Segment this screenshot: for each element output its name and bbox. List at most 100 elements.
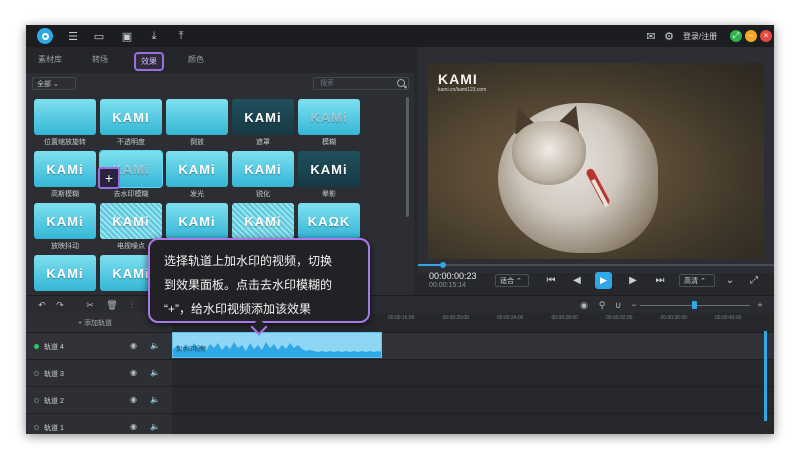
audio-icon[interactable]: 🔈 [150, 422, 160, 431]
import-icon[interactable]: ⤓ [147, 29, 161, 43]
fullscreen-icon[interactable]: ⤢ [747, 274, 761, 288]
tab-transitions[interactable]: 转场 [92, 54, 108, 65]
tooltip-line-2: 到效果面板。点击去水印模糊的 [164, 278, 333, 292]
step-back-icon[interactable]: ◀ [570, 274, 584, 288]
visibility-icon[interactable]: ◉ [130, 422, 137, 431]
audio-icon[interactable]: 🔈 [150, 395, 160, 404]
tab-library[interactable]: 素材库 [38, 54, 62, 65]
track-active-indicator[interactable] [34, 398, 39, 403]
search-icon[interactable] [397, 79, 405, 87]
panel-tabs: 素材库 转场 效果 颜色 [26, 47, 414, 73]
login-link[interactable]: 登录/注册 [683, 31, 717, 42]
timeline-clip[interactable]: 加水印视频 [172, 332, 382, 358]
tab-colors[interactable]: 颜色 [188, 54, 204, 65]
filter-value: 全部 [37, 81, 51, 88]
track-active-indicator[interactable] [34, 371, 39, 376]
effect-thumbnail: KAMi [232, 99, 294, 135]
marker-icon[interactable]: ⚲ [596, 299, 608, 311]
fit-value: 适合 [500, 278, 514, 285]
ruler-tick-label: 00:00:32:00 [606, 315, 633, 321]
effect-item[interactable]: 倒放 [166, 99, 228, 149]
track-active-indicator[interactable] [34, 344, 39, 349]
track-name: 轨道 2 [44, 398, 64, 405]
step-forward-icon[interactable]: ▶ [626, 274, 640, 288]
visibility-icon[interactable]: ◉ [130, 341, 137, 350]
effect-thumbnail: KAMi [34, 255, 96, 291]
effect-thumbnail: KAMi [298, 99, 360, 135]
effect-thumbnail: KAMi [232, 151, 294, 187]
effect-item[interactable]: 位置缩放旋转 [34, 99, 96, 149]
effect-item[interactable]: KAMi 模糊 [298, 99, 360, 149]
effect-label: 位置缩放旋转 [44, 139, 86, 146]
effect-item[interactable]: KAMi 发光 [166, 151, 228, 201]
tooltip-line-1: 选择轨道上加水印的视频，切换 [164, 254, 333, 268]
zoom-knob[interactable] [692, 301, 697, 309]
effect-thumbnail: KAMI [100, 99, 162, 135]
track-row[interactable]: 轨道 3 ◉ 🔈 [26, 359, 774, 387]
effect-item[interactable]: KAMi 放映抖动 [34, 203, 96, 253]
effect-item[interactable]: KAMi 遮罩 [232, 99, 294, 149]
zoom-in-icon[interactable]: + [754, 299, 766, 311]
ruler-tick-label: 00:00:16:00 [388, 315, 415, 321]
effect-thumbnail: KAMi [34, 151, 96, 187]
close-button[interactable]: × [760, 30, 772, 42]
effect-thumbnail: KAΩK [298, 203, 360, 239]
zoom-out-icon[interactable]: − [628, 299, 640, 311]
effect-label: 倒放 [190, 139, 204, 146]
save-icon[interactable]: ▣ [120, 29, 134, 43]
effect-label: 放映抖动 [51, 243, 79, 250]
fit-select[interactable]: 适合 ⌃ [495, 274, 529, 287]
skip-end-icon[interactable]: ⏭ [653, 274, 667, 288]
effect-label: 不透明度 [117, 139, 145, 146]
track-row[interactable]: 轨道 2 ◉ 🔈 [26, 386, 774, 414]
skip-start-icon[interactable]: ⏮ [544, 274, 558, 288]
tab-effects[interactable]: 效果 [134, 52, 164, 71]
magnet-icon[interactable]: ∪ [612, 299, 624, 311]
audio-icon[interactable]: 🔈 [150, 368, 160, 377]
message-icon[interactable]: ✉ [644, 29, 658, 43]
split-icon[interactable]: ⫶ [126, 299, 138, 311]
track-active-indicator[interactable] [34, 425, 39, 430]
restore-button[interactable]: ⤢ [730, 30, 742, 42]
watermark-logo: KAMI [438, 71, 478, 87]
undo-icon[interactable]: ↶ [36, 299, 48, 311]
effects-scrollbar[interactable] [406, 97, 409, 217]
track-row[interactable]: 轨道 1 ◉ 🔈 [26, 413, 774, 434]
track-row[interactable]: 轨道 4 ◉ 🔈 [26, 332, 774, 360]
effect-item[interactable]: KAMI 不透明度 [100, 99, 162, 149]
current-timecode: 00:00:00:23 [429, 271, 477, 281]
title-bar: ☰ ▭ ▣ ⤓ ⤒ ✉ ⚙ 登录/注册 ⤢ – × [26, 25, 774, 47]
delete-icon[interactable]: 🗑 [106, 299, 118, 311]
track-name: 轨道 1 [44, 425, 64, 432]
add-effect-plus-button[interactable]: + [98, 167, 120, 189]
effect-label: 遮罩 [256, 139, 270, 146]
visibility-icon[interactable]: ◉ [130, 368, 137, 377]
timeline-toolbar: ↶ ↷ ✂ 🗑 ⫶ ◉ ⚲ ∪ − + [26, 295, 774, 314]
play-button[interactable]: ▶ [595, 272, 612, 289]
cut-icon[interactable]: ✂ [84, 299, 96, 311]
total-timecode: 00:00:15:14 [429, 282, 466, 289]
preview-progress-bar[interactable] [418, 262, 774, 268]
effect-item[interactable]: KAMi 锐化 [232, 151, 294, 201]
app-window: ☰ ▭ ▣ ⤓ ⤒ ✉ ⚙ 登录/注册 ⤢ – × 素材库 转场 效果 颜色 全… [26, 25, 774, 434]
audio-icon[interactable]: 🔈 [150, 341, 160, 350]
minimize-button[interactable]: – [745, 30, 757, 42]
menu-icon[interactable]: ☰ [66, 29, 80, 43]
progress-knob[interactable] [439, 262, 446, 268]
redo-icon[interactable]: ↷ [54, 299, 66, 311]
timeline-scrollbar[interactable] [764, 331, 767, 421]
add-track-button[interactable]: + 添加轨道 [78, 318, 112, 328]
quality-select[interactable]: 高清 ⌃ [679, 274, 715, 287]
snapshot-icon[interactable]: ◉ [578, 299, 590, 311]
visibility-icon[interactable]: ◉ [130, 395, 137, 404]
category-filter[interactable]: 全部 ⌄ [32, 77, 76, 90]
export-icon[interactable]: ⤒ [174, 29, 188, 43]
search-input[interactable]: 搜索 [313, 77, 409, 90]
settings-icon[interactable]: ⚙ [662, 29, 676, 43]
collapse-icon[interactable]: ⌄ [723, 274, 737, 288]
new-file-icon[interactable]: ▭ [92, 29, 106, 43]
effect-item[interactable]: KAMi 高斯模糊 [34, 151, 96, 201]
effect-thumbnail: KAMi [166, 151, 228, 187]
effect-item[interactable]: KAMi 晕影 [298, 151, 360, 201]
effect-thumbnail: KAMi [34, 203, 96, 239]
